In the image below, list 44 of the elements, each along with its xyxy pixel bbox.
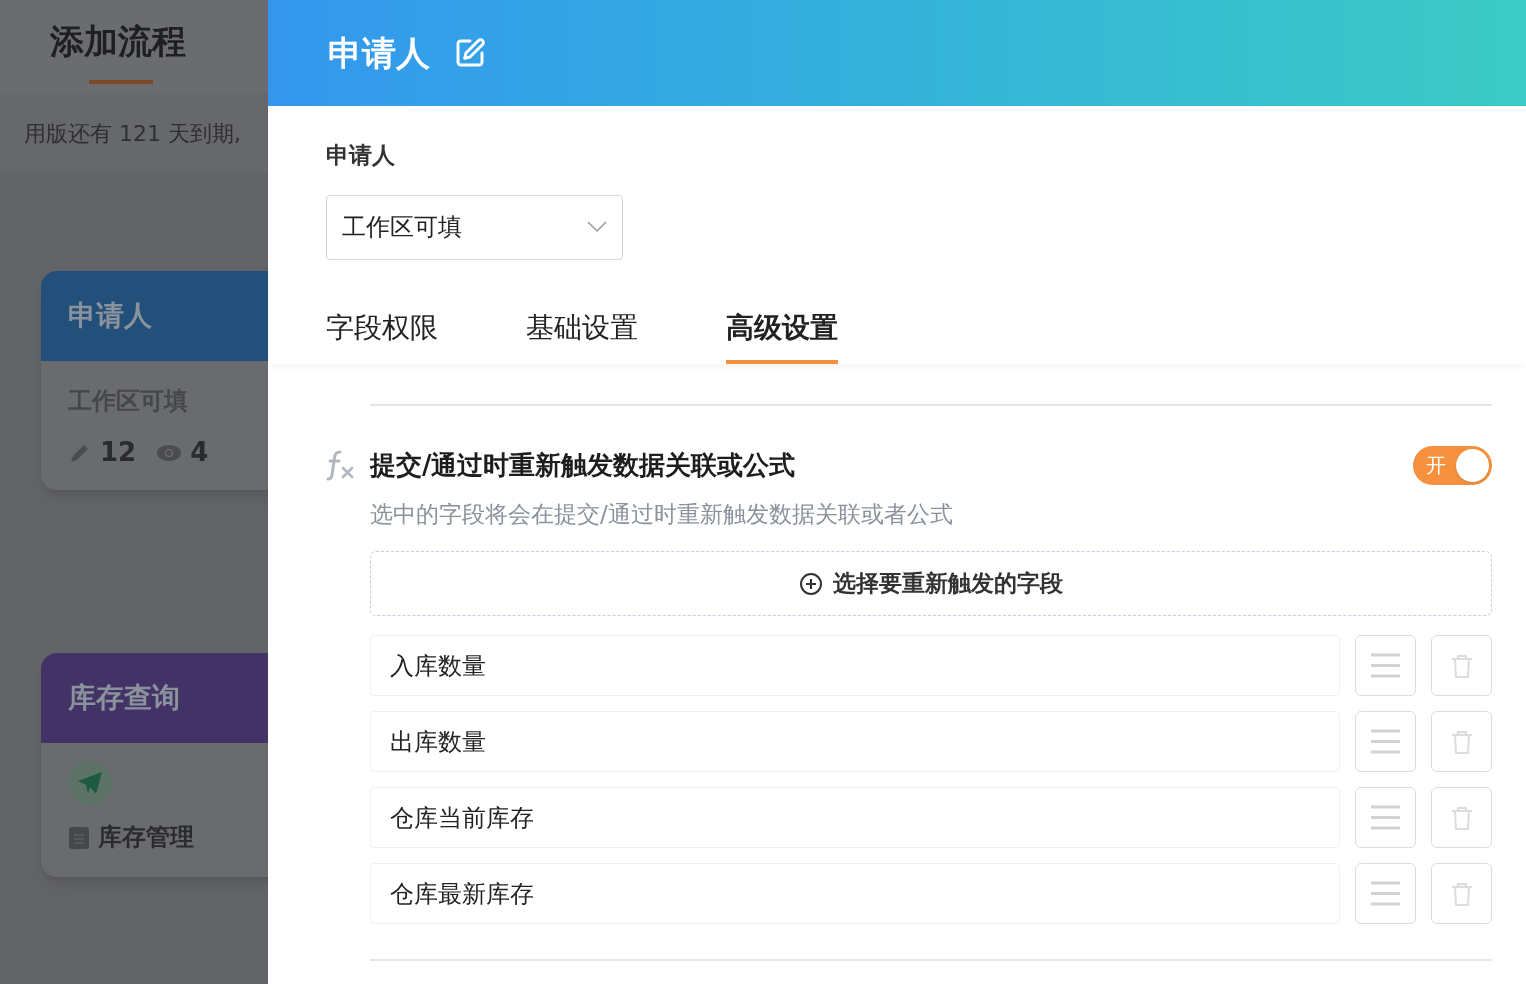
field-row: 仓库当前库存 xyxy=(370,787,1340,848)
chevron-down-icon xyxy=(587,221,607,233)
tab[interactable]: 高级设置 xyxy=(726,309,838,364)
edit-count: 12 xyxy=(100,436,137,469)
eye-icon xyxy=(156,443,183,462)
delete-button[interactable] xyxy=(1431,787,1492,848)
field-label: 申请人 xyxy=(326,141,396,170)
menu-icon xyxy=(1371,729,1400,754)
clipboard-icon xyxy=(68,825,90,849)
drag-handle-button[interactable] xyxy=(1355,711,1416,772)
view-count: 4 xyxy=(190,436,209,469)
menu-icon xyxy=(1371,805,1400,830)
drag-handle-button[interactable] xyxy=(1355,787,1416,848)
trash-icon xyxy=(1450,729,1473,754)
section-description: 选中的字段将会在提交/通过时重新触发数据关联或者公式 xyxy=(370,499,954,529)
tab[interactable]: 字段权限 xyxy=(326,309,438,364)
delete-button[interactable] xyxy=(1431,635,1492,696)
function-icon xyxy=(326,449,356,481)
field-row: 入库数量 xyxy=(370,635,1340,696)
process-card[interactable]: 库存查询 库存管理 xyxy=(41,653,268,877)
trash-icon xyxy=(1450,653,1473,678)
select-field[interactable]: 工作区可填 xyxy=(326,194,623,260)
card-label: 库存管理 xyxy=(98,822,194,853)
page-title: 添加流程 xyxy=(50,20,186,63)
menu-icon xyxy=(1371,653,1400,678)
panel-title: 申请人 xyxy=(328,31,430,75)
drag-handle-button[interactable] xyxy=(1355,863,1416,924)
delete-button[interactable] xyxy=(1431,863,1492,924)
tab[interactable]: 基础设置 xyxy=(526,309,638,364)
delete-button[interactable] xyxy=(1431,711,1492,772)
plus-circle-icon xyxy=(799,571,823,596)
section-title: 提交/通过时重新触发数据关联或公式 xyxy=(370,448,797,482)
paper-plane-icon xyxy=(68,761,112,805)
trial-notice: 用版还有 121 天到期, xyxy=(23,119,241,148)
edit-icon[interactable] xyxy=(454,37,486,69)
add-field-button[interactable]: 选择要重新触发的字段 xyxy=(370,551,1492,616)
field-row: 仓库最新库存 xyxy=(370,863,1340,924)
field-row: 出库数量 xyxy=(370,711,1340,772)
menu-icon xyxy=(1371,881,1400,906)
drag-handle-button[interactable] xyxy=(1355,635,1416,696)
card-title: 库存查询 xyxy=(68,680,180,716)
trash-icon xyxy=(1450,881,1473,906)
trash-icon xyxy=(1450,805,1473,830)
card-title: 申请人 xyxy=(68,298,152,334)
